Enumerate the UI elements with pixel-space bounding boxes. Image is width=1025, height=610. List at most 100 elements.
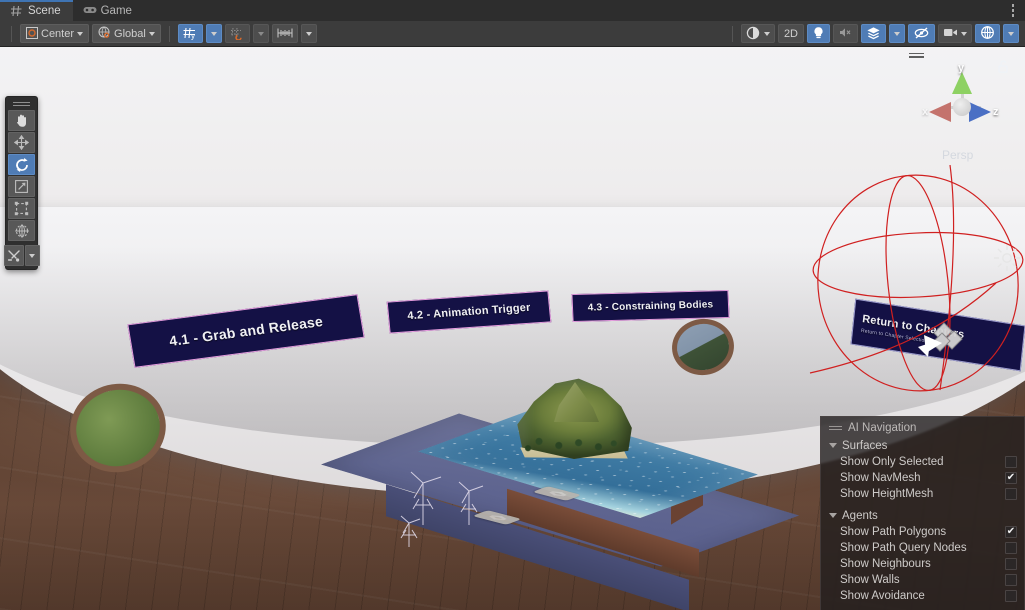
light-gizmo-icon[interactable] bbox=[916, 329, 946, 365]
more-options-icon[interactable] bbox=[1001, 0, 1025, 21]
scene-camera-button[interactable] bbox=[938, 24, 972, 43]
gizmo-projection-label[interactable]: Persp bbox=[942, 148, 973, 162]
grid-snap-button[interactable] bbox=[224, 24, 250, 43]
scene-toolbar: Center Global y 2D bbox=[0, 21, 1025, 47]
ai-nav-row-show-walls[interactable]: Show Walls bbox=[821, 572, 1024, 588]
ai-nav-row-label: Show Path Polygons bbox=[840, 526, 947, 538]
gizmo-axis-z[interactable] bbox=[969, 102, 991, 122]
tab-scene-label: Scene bbox=[28, 4, 61, 17]
terrain-diorama[interactable]: <> <> bbox=[321, 377, 799, 610]
custom-tools-row[interactable] bbox=[3, 245, 40, 266]
drag-handle[interactable] bbox=[13, 100, 30, 107]
custom-tools-button[interactable] bbox=[3, 245, 24, 266]
transform-tool-button[interactable] bbox=[8, 220, 35, 241]
checkbox-show-heightmesh[interactable] bbox=[1005, 488, 1017, 500]
scene-audio-button[interactable] bbox=[833, 24, 858, 43]
draw-mode-button[interactable] bbox=[740, 24, 775, 43]
handle-space-label: Global bbox=[114, 27, 146, 40]
ai-navigation-title: AI Navigation bbox=[848, 422, 917, 434]
hand-tool-button[interactable] bbox=[8, 110, 35, 131]
ai-nav-row-show-avoidance[interactable]: Show Avoidance bbox=[821, 588, 1024, 604]
grid-axis-dropdown[interactable] bbox=[205, 24, 222, 43]
ai-nav-row-show-neighbours[interactable]: Show Neighbours bbox=[821, 556, 1024, 572]
svg-text:y: y bbox=[191, 31, 195, 40]
gizmo-center[interactable] bbox=[953, 98, 971, 116]
gizmos-icon bbox=[980, 25, 995, 42]
chevron-down-icon bbox=[829, 513, 837, 518]
window-tab-bar: Scene Game bbox=[0, 0, 1025, 21]
tools-palette[interactable] bbox=[3, 96, 40, 270]
toolbar-divider bbox=[168, 25, 170, 42]
chevron-down-icon bbox=[763, 31, 770, 36]
checkbox-show-path-query-nodes[interactable] bbox=[1005, 542, 1017, 554]
eye-slash-icon bbox=[913, 26, 930, 42]
ai-nav-row-show-navmesh[interactable]: Show NavMesh ✔ bbox=[821, 470, 1024, 486]
ai-nav-row-label: Show Only Selected bbox=[840, 456, 944, 468]
gamepad-icon bbox=[83, 5, 97, 17]
gizmo-axis-y[interactable] bbox=[952, 72, 972, 94]
chevron-down-icon bbox=[829, 443, 837, 448]
rotate-tool-button[interactable] bbox=[8, 154, 35, 175]
snap-increment-icon bbox=[277, 27, 293, 41]
pivot-mode-dropdown[interactable]: Center bbox=[20, 24, 90, 43]
toolbar-divider bbox=[11, 25, 12, 42]
hidden-objects-button[interactable] bbox=[908, 24, 935, 43]
rect-tool-button[interactable] bbox=[8, 198, 35, 219]
gizmo-axis-x[interactable] bbox=[929, 102, 951, 122]
scale-tool-button[interactable] bbox=[8, 176, 35, 197]
scene-view-gizmo[interactable]: y z x Persp bbox=[907, 50, 1019, 168]
checkbox-show-avoidance[interactable] bbox=[1005, 590, 1017, 602]
tab-scene[interactable]: Scene bbox=[0, 0, 73, 21]
scene-camera-icon bbox=[943, 27, 958, 40]
scene-viewport[interactable]: 4.1 - Grab and Release 4.2 - Animation T… bbox=[0, 47, 1025, 610]
pivot-center-icon bbox=[26, 26, 38, 41]
gizmo-x-label: x bbox=[922, 106, 929, 118]
scene-sign-4-1-label: 4.1 - Grab and Release bbox=[167, 313, 325, 349]
scene-sign-4-3[interactable]: 4.3 - Constraining Bodies bbox=[571, 289, 730, 323]
move-tool-button[interactable] bbox=[8, 132, 35, 153]
checkbox-show-walls[interactable] bbox=[1005, 574, 1017, 586]
checkbox-show-navmesh[interactable]: ✔ bbox=[1005, 472, 1017, 484]
chevron-down-icon bbox=[29, 253, 35, 258]
handle-space-dropdown[interactable]: Global bbox=[92, 24, 161, 43]
ai-nav-row-label: Show Avoidance bbox=[840, 590, 925, 602]
tab-game[interactable]: Game bbox=[73, 0, 144, 21]
lightbulb-icon bbox=[812, 26, 825, 42]
ai-navigation-header[interactable]: AI Navigation bbox=[821, 419, 1024, 437]
ai-nav-row-show-heightmesh[interactable]: Show HeightMesh bbox=[821, 486, 1024, 502]
scene-fx-button[interactable] bbox=[861, 24, 886, 43]
custom-tools-dropdown[interactable] bbox=[24, 245, 40, 266]
ai-nav-section-surfaces-label: Surfaces bbox=[842, 439, 888, 452]
sun-gizmo-icon[interactable] bbox=[992, 243, 1022, 279]
unlocked-icon[interactable] bbox=[998, 60, 1009, 73]
gizmos-dropdown[interactable] bbox=[1003, 24, 1019, 43]
scene-fx-dropdown[interactable] bbox=[889, 24, 905, 43]
checkbox-show-path-polygons[interactable]: ✔ bbox=[1005, 526, 1017, 538]
unity-scene-window: Scene Game Center Global y 2D 4.1 - Grab… bbox=[0, 0, 1025, 610]
drag-handle-icon[interactable] bbox=[829, 425, 842, 431]
checkbox-show-only-selected[interactable] bbox=[1005, 456, 1017, 468]
ai-navigation-overlay[interactable]: AI Navigation Surfaces Show Only Selecte… bbox=[820, 416, 1025, 610]
globe-icon bbox=[98, 26, 111, 41]
snap-increment-button[interactable] bbox=[271, 24, 298, 43]
chevron-down-icon bbox=[257, 31, 264, 36]
gizmos-toggle-button[interactable] bbox=[975, 24, 1000, 43]
toggle-2d-button[interactable]: 2D bbox=[777, 24, 804, 43]
grid-snap-dropdown[interactable] bbox=[252, 24, 269, 43]
ai-nav-row-show-path-polygons[interactable]: Show Path Polygons ✔ bbox=[821, 524, 1024, 540]
snap-increment-dropdown[interactable] bbox=[300, 24, 317, 43]
toolbar-divider bbox=[731, 25, 733, 42]
grid-axis-button[interactable]: y bbox=[177, 24, 203, 43]
chevron-down-icon bbox=[305, 31, 312, 36]
drag-handle[interactable] bbox=[909, 53, 924, 60]
ai-nav-row-show-path-query-nodes[interactable]: Show Path Query Nodes bbox=[821, 540, 1024, 556]
ai-nav-row-show-only-selected[interactable]: Show Only Selected bbox=[821, 454, 1024, 470]
chevron-down-icon bbox=[77, 31, 84, 36]
checkbox-show-neighbours[interactable] bbox=[1005, 558, 1017, 570]
ai-nav-section-surfaces[interactable]: Surfaces bbox=[821, 437, 1024, 454]
scene-lighting-button[interactable] bbox=[807, 24, 830, 43]
ai-nav-section-agents[interactable]: Agents bbox=[821, 507, 1024, 524]
ai-nav-section-agents-label: Agents bbox=[842, 509, 878, 522]
ai-nav-row-label: Show Path Query Nodes bbox=[840, 542, 967, 554]
scene-sign-4-3-label: 4.3 - Constraining Bodies bbox=[587, 298, 714, 314]
